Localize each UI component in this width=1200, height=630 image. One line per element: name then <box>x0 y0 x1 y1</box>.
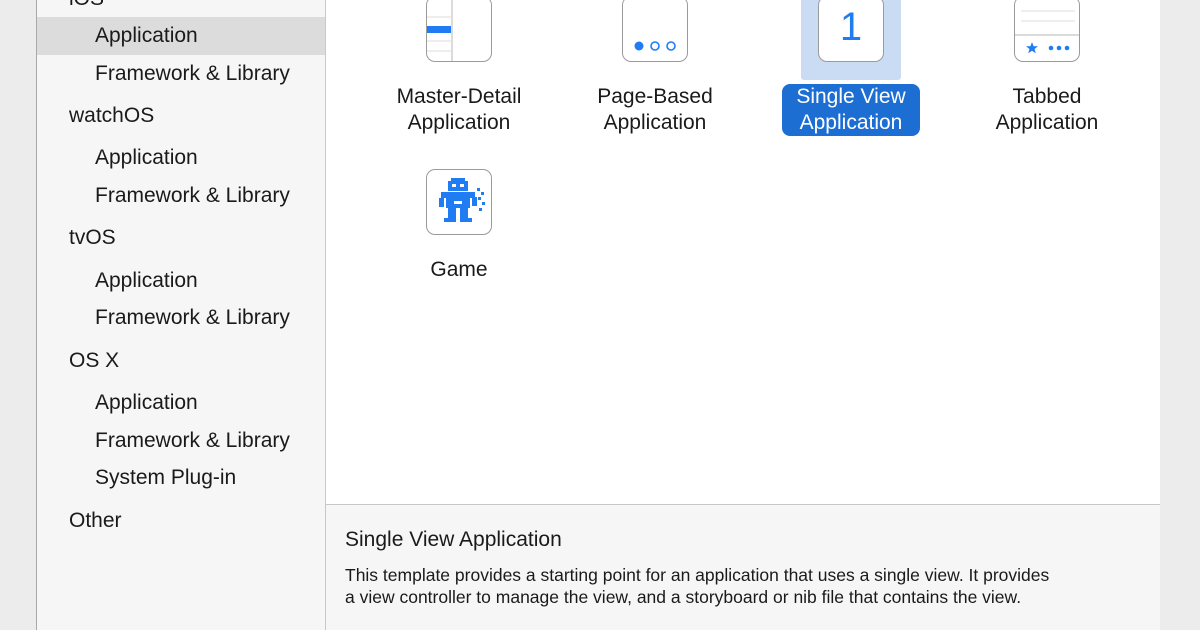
sidebar-section-watchos[interactable]: watchOS <box>37 97 325 135</box>
sidebar-section-tvos[interactable]: tvOS <box>37 219 325 257</box>
single-view-number: 1 <box>839 5 863 49</box>
template-label: Master-Detail Application <box>396 85 522 134</box>
tab-bar-icon <box>1014 0 1080 62</box>
sidebar-section-label: watchOS <box>69 104 155 127</box>
master-detail-icon <box>426 0 492 62</box>
sidebar-section-label: OS X <box>69 349 120 372</box>
sidebar-item-watchos-application[interactable]: Application <box>37 139 325 177</box>
single-view-icon: 1 <box>818 0 884 62</box>
sidebar-item-watchos-framework[interactable]: Framework & Library <box>37 177 325 215</box>
sidebar-item-ios-application[interactable]: Application <box>37 17 325 55</box>
game-robot-icon <box>426 169 492 235</box>
sidebar-item-label: Framework & Library <box>95 62 290 85</box>
sidebar-item-tvos-application[interactable]: Application <box>37 262 325 300</box>
page-dots-icon <box>622 0 688 62</box>
sidebar-section-label: Other <box>69 509 122 532</box>
template-label: Single View Application <box>761 84 941 136</box>
template-description-panel: Single View Application This template pr… <box>326 504 1160 630</box>
sidebar-section-label: iOS <box>69 0 104 10</box>
sidebar-section-ios[interactable]: iOS <box>37 0 325 18</box>
sidebar-item-osx-system-plugin[interactable]: System Plug-in <box>37 459 325 497</box>
template-grid: Master-Detail Application Page-Based Appli… <box>326 0 1160 504</box>
sidebar-item-label: Framework & Library <box>95 306 290 329</box>
sidebar-item-label: Framework & Library <box>95 184 290 207</box>
sidebar-item-label: Application <box>95 269 198 292</box>
sidebar-item-label: System Plug-in <box>95 466 237 489</box>
description-text: This template provides a starting point … <box>345 564 1142 608</box>
sidebar-item-label: Application <box>95 146 198 169</box>
description-title: Single View Application <box>345 528 562 551</box>
template-label: Tabbed Application <box>995 85 1099 134</box>
sidebar-item-ios-framework[interactable]: Framework & Library <box>37 55 325 93</box>
sidebar-section-label: tvOS <box>69 226 116 249</box>
new-project-window: iOS Application Framework & Library watc… <box>36 0 1160 630</box>
description-line: a view controller to manage the view, an… <box>345 587 1022 607</box>
sidebar-item-osx-framework[interactable]: Framework & Library <box>37 422 325 460</box>
sidebar-item-osx-application[interactable]: Application <box>37 384 325 422</box>
sidebar-item-label: Application <box>95 391 198 414</box>
template-label: Page-Based Application <box>597 85 713 134</box>
template-category-sidebar: iOS Application Framework & Library watc… <box>37 0 326 630</box>
template-label: Game <box>430 258 488 281</box>
sidebar-section-osx[interactable]: OS X <box>37 342 325 380</box>
sidebar-item-label: Framework & Library <box>95 429 290 452</box>
sidebar-item-tvos-framework[interactable]: Framework & Library <box>37 299 325 337</box>
sidebar-section-other[interactable]: Other <box>37 502 325 540</box>
sidebar-item-label: Application <box>95 24 198 47</box>
description-line: This template provides a starting point … <box>345 565 1050 585</box>
